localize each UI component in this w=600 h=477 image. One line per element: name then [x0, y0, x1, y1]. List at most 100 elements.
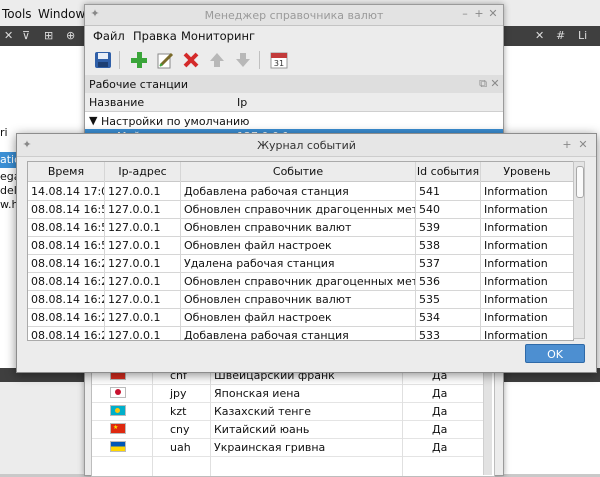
cell-event: Добавлена рабочая станция: [184, 185, 349, 198]
ide-close-icon-right[interactable]: ✕: [535, 29, 544, 42]
col-event-id[interactable]: Id события: [416, 165, 480, 178]
currency-code: uah: [170, 441, 191, 454]
cell-level: Information: [484, 311, 548, 324]
save-icon[interactable]: [93, 50, 113, 70]
table-row[interactable]: 08.08.14 16:53 127.0.0.1 Обновлен файл н…: [28, 236, 573, 255]
cell-event: Добавлена рабочая станция: [184, 329, 349, 341]
table-row[interactable]: 08.08.14 16:29 127.0.0.1 Удалена рабочая…: [28, 254, 573, 273]
manager-titlebar: ✦ Менеджер справочника валют – + ✕: [85, 5, 503, 26]
cell-ip: 127.0.0.1: [108, 185, 161, 198]
table-row[interactable]: 08.08.14 16:28 127.0.0.1 Обновлен справо…: [28, 272, 573, 291]
ide-split-icon[interactable]: ⊞: [44, 29, 53, 42]
dock-close-icon[interactable]: ✕: [489, 78, 501, 90]
col-time[interactable]: Время: [28, 165, 104, 178]
dock-float-icon[interactable]: ⧉: [477, 78, 489, 90]
currency-row[interactable]: ★ cny Китайский юань Да: [92, 420, 484, 439]
cell-level: Information: [484, 185, 548, 198]
column-divider: [210, 366, 211, 476]
menu-monitoring[interactable]: Мониторинг: [181, 29, 255, 43]
currency-row[interactable]: jpy Японская иена Да: [92, 384, 484, 403]
column-divider: [480, 162, 481, 340]
toolbar-separator: [259, 51, 260, 69]
cell-event-id: 534: [419, 311, 440, 324]
ide-menu-tools[interactable]: Tools: [2, 7, 32, 21]
currency-name: Китайский юань: [214, 423, 310, 436]
cell-time: 14.08.14 17:04: [31, 185, 104, 198]
close-icon[interactable]: ✕: [577, 139, 589, 151]
menu-edit[interactable]: Правка: [133, 29, 177, 43]
stations-col-name[interactable]: Название: [89, 96, 144, 109]
delete-icon[interactable]: [181, 50, 201, 70]
move-up-icon[interactable]: [207, 50, 227, 70]
currency-row[interactable]: kzt Казахский тенге Да: [92, 402, 484, 421]
table-row[interactable]: 08.08.14 16:53 127.0.0.1 Обновлен справо…: [28, 200, 573, 219]
move-down-icon[interactable]: [233, 50, 253, 70]
minimize-icon[interactable]: –: [459, 8, 471, 20]
cell-event-id: 536: [419, 275, 440, 288]
toolbar-separator: [119, 51, 120, 69]
cell-ip: 127.0.0.1: [108, 257, 161, 270]
col-level[interactable]: Уровень: [481, 165, 573, 178]
cell-event: Обновлен справочник валют: [184, 293, 352, 306]
cell-ip: 127.0.0.1: [108, 329, 161, 341]
cell-time: 08.08.14 16:26: [31, 329, 104, 341]
stations-col-ip[interactable]: Ip: [237, 96, 247, 109]
ide-filter-icon[interactable]: ⊽: [22, 29, 30, 42]
currency-active: Да: [432, 387, 448, 400]
cell-level: Information: [484, 221, 548, 234]
cell-level: Information: [484, 275, 548, 288]
table-row[interactable]: 08.08.14 16:28 127.0.0.1 Обновлен файл н…: [28, 308, 573, 327]
col-ip[interactable]: Ip-адрес: [105, 165, 180, 178]
flag-icon-jpy: [110, 387, 126, 398]
cell-ip: 127.0.0.1: [108, 293, 161, 306]
calendar-icon[interactable]: 31: [269, 50, 289, 70]
scrollbar-thumb[interactable]: [576, 166, 584, 198]
cell-time: 08.08.14 16:29: [31, 257, 104, 270]
column-divider: [180, 162, 181, 340]
stations-group-label: Настройки по умолчанию: [101, 115, 250, 128]
ok-button[interactable]: OK: [525, 344, 585, 363]
cell-ip: 127.0.0.1: [108, 311, 161, 324]
cell-time: 08.08.14 16:28: [31, 275, 104, 288]
expand-arrow-icon[interactable]: ▼: [89, 114, 97, 127]
cell-level: Information: [484, 329, 548, 341]
stations-group-row[interactable]: ▼ Настройки по умолчанию: [85, 113, 503, 129]
manager-title: Менеджер справочника валют: [204, 9, 384, 22]
add-icon[interactable]: [129, 50, 149, 70]
ide-bottom-panel: [0, 382, 90, 474]
table-row[interactable]: 08.08.14 16:53 127.0.0.1 Обновлен справо…: [28, 218, 573, 237]
event-log-header: Время Ip-адрес Событие Id события Уровен…: [28, 162, 573, 182]
manager-toolbar: 31: [85, 45, 503, 76]
column-divider: [402, 366, 403, 476]
cell-time: 08.08.14 16:53: [31, 221, 104, 234]
event-log-dialog: ✦ Журнал событий + ✕ Время Ip-адрес Собы…: [16, 133, 597, 373]
cell-event: Обновлен справочник драгоценных металлов: [184, 203, 415, 216]
table-row[interactable]: 14.08.14 17:04 127.0.0.1 Добавлена рабоч…: [28, 182, 573, 201]
cell-level: Information: [484, 203, 548, 216]
event-log-title: Журнал событий: [257, 139, 356, 152]
col-event[interactable]: Событие: [181, 165, 415, 178]
ide-link-icon[interactable]: ⊕: [66, 29, 75, 42]
column-divider: [415, 162, 416, 340]
cell-event: Обновлен файл настроек: [184, 311, 332, 324]
event-log-scrollbar[interactable]: [573, 161, 585, 339]
table-row[interactable]: 08.08.14 16:28 127.0.0.1 Обновлен справо…: [28, 290, 573, 309]
currency-row[interactable]: uah Украинская гривна Да: [92, 438, 484, 457]
cell-event-id: 538: [419, 239, 440, 252]
ide-close-icon[interactable]: ✕: [4, 29, 13, 42]
cell-event-id: 539: [419, 221, 440, 234]
edit-icon[interactable]: [155, 50, 175, 70]
maximize-icon[interactable]: +: [561, 139, 573, 151]
ide-hash-icon[interactable]: #: [556, 29, 565, 42]
ide-menu-window[interactable]: Window: [38, 7, 85, 21]
flag-icon-kzt: [110, 405, 126, 416]
currency-scrollbar[interactable]: [483, 365, 492, 475]
menu-file[interactable]: Файл: [93, 29, 125, 43]
cell-ip: 127.0.0.1: [108, 275, 161, 288]
cell-time: 08.08.14 16:53: [31, 203, 104, 216]
flag-icon-uah: [110, 441, 126, 452]
close-icon[interactable]: ✕: [487, 8, 499, 20]
maximize-icon[interactable]: +: [473, 8, 485, 20]
cell-ip: 127.0.0.1: [108, 221, 161, 234]
table-row[interactable]: 08.08.14 16:26 127.0.0.1 Добавлена рабоч…: [28, 326, 573, 341]
